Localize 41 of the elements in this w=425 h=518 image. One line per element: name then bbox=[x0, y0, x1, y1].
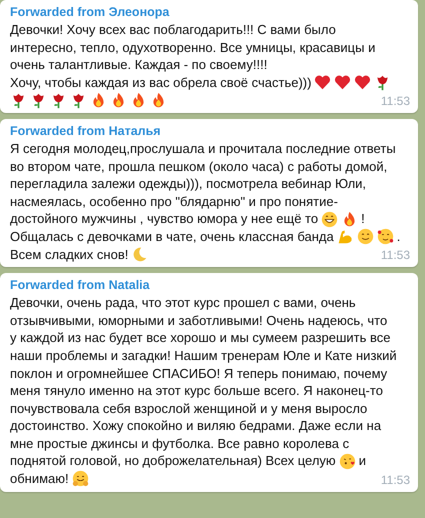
flexed-arm-icon bbox=[336, 228, 354, 246]
message-time: 11:53 bbox=[380, 92, 410, 109]
crescent-moon-icon bbox=[131, 246, 148, 263]
message-text: у каждой из нас будет все хорошо и мы сумеем разрешить все bbox=[10, 329, 390, 347]
message-text: достоинство. Хожу спокойно и виляю бедрами. Даже если на bbox=[10, 417, 382, 435]
message-text: поклон и огромнейшее СПАСИБО! Я теперь понимаю, почему bbox=[10, 364, 388, 382]
smiling-face-hearts-icon bbox=[376, 228, 394, 246]
message-text: Хочу, чтобы каждая из вас обрела своё счастье))) bbox=[10, 74, 312, 92]
message-text: ! bbox=[361, 210, 365, 228]
message-text: и bbox=[358, 452, 366, 470]
message-text: наши проблемы и загадки! Нашим тренерам Юле и Кате низкий bbox=[10, 346, 397, 364]
kissing-face-icon bbox=[338, 452, 356, 470]
smiling-face-icon bbox=[356, 228, 374, 246]
message-text: насмеялась, особенно про "блядарню" и про понятие- bbox=[10, 192, 338, 210]
forwarded-from-label: Forwarded from Наталья bbox=[10, 122, 161, 140]
hugging-face-icon bbox=[72, 470, 89, 488]
message-time: 11:53 bbox=[380, 472, 410, 488]
message-text: очень талантливые. Каждая - по своему!!!! bbox=[10, 56, 268, 74]
message-text: Общалась с девочками в чате, очень классная банда bbox=[10, 228, 334, 246]
message-text: Девочки, очень рада, что этот курс прошел с вами, очень bbox=[10, 294, 356, 312]
message-text: поднятой головой, но доброжелательная) Всех целую bbox=[10, 452, 336, 470]
message-text: достойного мужчины , чувство юмора у нее ещё то bbox=[10, 210, 318, 228]
message-text: Всем сладких снов! bbox=[10, 246, 128, 264]
forwarded-from-label: Forwarded from Natalia bbox=[10, 277, 150, 294]
message-text: во втором чате, прошла пешком (около часа) с работы домой, bbox=[10, 158, 388, 176]
message-time: 11:53 bbox=[380, 247, 410, 264]
message-text: почувствовала себя взрослой женщиной и у меня выросло bbox=[10, 400, 368, 418]
grinning-face-icon bbox=[321, 210, 338, 228]
message-text: Девочки! Хочу всех вас поблагодарить!!! С вами было bbox=[10, 21, 336, 39]
forwarded-from-label: Forwarded from Элеонора bbox=[10, 4, 170, 21]
message-text: Я сегодня молодец,прослушала и прочитала последние ответы bbox=[10, 140, 396, 158]
heart-icon bbox=[354, 74, 372, 92]
heart-icon bbox=[314, 74, 332, 92]
heart-icon bbox=[334, 74, 352, 92]
message-text: обнимаю! bbox=[10, 470, 69, 488]
message-text: . bbox=[396, 228, 400, 246]
message-text: меня тянуло именно на этот курс больше всего. Я наконец-то bbox=[10, 382, 383, 400]
message-text: интересно, тепло, одухотворенно. Все умницы, красавицы и bbox=[10, 38, 376, 56]
message-text: перегладила залежи одежды))), посмотрела вебинар Юли, bbox=[10, 175, 366, 193]
message-text: мне простые джинсы и футболка. Все равно королева с bbox=[10, 434, 350, 452]
message-text: отзывчивыми, юморными и заботливыми! Очень надеюсь, что bbox=[10, 312, 388, 330]
